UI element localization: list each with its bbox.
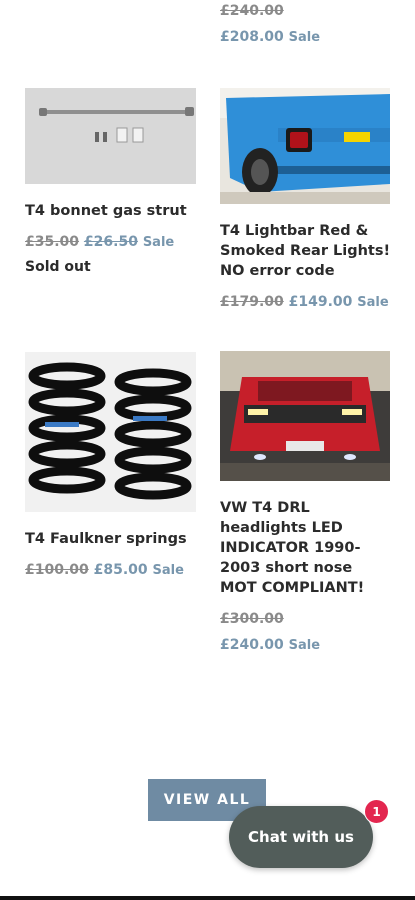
sale-label: Sale [288, 638, 321, 653]
product-title[interactable]: T4 Lightbar Red & Smoked Rear Lights! NO… [220, 221, 390, 281]
product-price-row: £240.00 Sale [220, 636, 320, 655]
compare-price: £35.00 [25, 234, 80, 250]
product-price-row: £35.00 £26.50 Sale [25, 233, 174, 252]
coil-springs-photo-icon [25, 352, 196, 512]
title-line: T4 Lightbar Red & [220, 223, 369, 239]
product-compare-price: £300.00 [220, 611, 284, 627]
product-image-lightbar[interactable] [220, 88, 390, 204]
chat-with-us-button[interactable]: Chat with us [229, 806, 373, 868]
product-image-headlights[interactable] [220, 351, 390, 481]
sale-price: £240.00 [220, 637, 284, 653]
sale-label: Sale [288, 30, 321, 45]
sale-price: £26.50 [83, 234, 138, 250]
sale-price: £149.00 [288, 294, 353, 310]
product-price-row: £179.00 £149.00 Sale [220, 293, 389, 312]
title-line: 2003 short nose [220, 560, 353, 576]
product-title[interactable]: VW T4 DRL headlights LED INDICATOR 1990-… [220, 498, 364, 598]
product-price-row: £100.00 £85.00 Sale [25, 561, 184, 580]
chat-notification-badge: 1 [364, 799, 389, 824]
compare-price: £179.00 [220, 294, 284, 310]
sale-label: Sale [357, 295, 389, 310]
product-price-row: £208.00 Sale [220, 28, 320, 47]
chat-label: Chat with us [248, 828, 354, 846]
sale-price: £208.00 [220, 29, 284, 45]
red-van-headlights-photo-icon [220, 351, 390, 481]
blue-van-rear-lights-photo-icon [220, 88, 390, 204]
product-title[interactable]: T4 bonnet gas strut [25, 201, 187, 221]
bottom-edge-divider [0, 896, 415, 900]
sale-label: Sale [142, 235, 175, 250]
product-image-springs[interactable] [25, 352, 196, 512]
title-line: VW T4 DRL [220, 500, 310, 516]
title-line: MOT COMPLIANT! [220, 580, 365, 596]
sold-out-label: Sold out [25, 259, 91, 275]
title-line: Smoked Rear Lights! [220, 243, 391, 259]
gas-strut-photo-icon [25, 88, 196, 184]
title-line: INDICATOR 1990- [220, 540, 361, 556]
product-title[interactable]: T4 Faulkner springs [25, 529, 187, 549]
sale-price: £85.00 [93, 562, 148, 578]
title-line: NO error code [220, 263, 335, 279]
title-line: headlights LED [220, 520, 343, 536]
product-compare-price: £240.00 [220, 3, 284, 19]
compare-price: £100.00 [25, 562, 89, 578]
sale-label: Sale [152, 563, 184, 578]
product-image-gas-strut[interactable] [25, 88, 196, 184]
